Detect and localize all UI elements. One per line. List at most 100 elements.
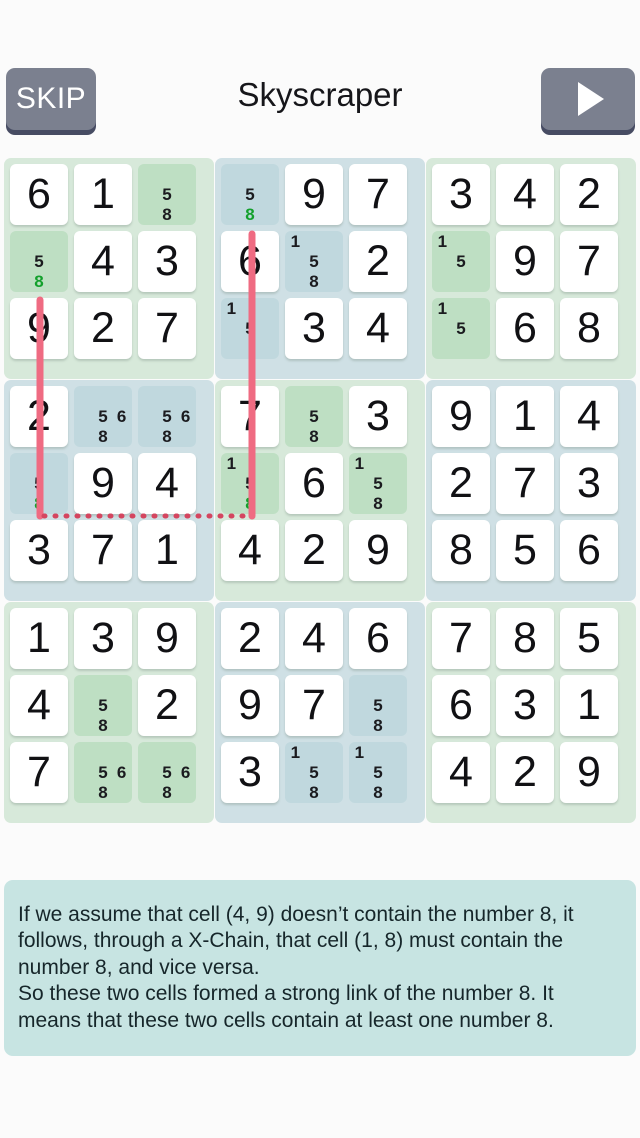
sudoku-cell-r2c5[interactable]: 158 [283, 229, 345, 294]
cell-value: 5 [513, 526, 537, 574]
sudoku-cell-r2c6[interactable]: 2 [347, 229, 409, 294]
sudoku-cell-r6c7[interactable]: 8 [430, 518, 492, 583]
sudoku-cell-r7c5[interactable]: 4 [283, 606, 345, 671]
sudoku-cell-r3c7[interactable]: 15 [430, 296, 492, 361]
sudoku-cell-r8c9[interactable]: 1 [558, 673, 620, 738]
sudoku-cell-r4c7[interactable]: 9 [430, 384, 492, 449]
sudoku-cell-r8c8[interactable]: 3 [494, 673, 556, 738]
sudoku-cell-r2c4[interactable]: 6 [219, 229, 281, 294]
sudoku-cell-r3c3[interactable]: 7 [136, 296, 198, 361]
next-button[interactable] [541, 68, 635, 130]
sudoku-cell-r7c1[interactable]: 1 [8, 606, 70, 671]
sudoku-cell-r5c3[interactable]: 4 [136, 451, 198, 516]
sudoku-cell-r8c6[interactable]: 58 [347, 673, 409, 738]
sudoku-cell-r1c5[interactable]: 9 [283, 162, 345, 227]
sudoku-cell-r8c4[interactable]: 9 [219, 673, 281, 738]
sudoku-cell-r5c1[interactable]: 58 [8, 451, 70, 516]
sudoku-cell-r8c5[interactable]: 7 [283, 673, 345, 738]
sudoku-cell-r4c6[interactable]: 3 [347, 384, 409, 449]
candidate-slot-2 [94, 387, 113, 407]
sudoku-cell-r6c9[interactable]: 6 [558, 518, 620, 583]
sudoku-cell-r2c1[interactable]: 58 [8, 229, 70, 294]
sudoku-cell-r1c6[interactable]: 7 [347, 162, 409, 227]
sudoku-cell-r6c8[interactable]: 5 [494, 518, 556, 583]
sudoku-cell-r6c2[interactable]: 7 [72, 518, 134, 583]
sudoku-cell-r5c4[interactable]: 158 [219, 451, 281, 516]
candidate-8: 8 [373, 715, 383, 735]
candidate-slot-6 [112, 696, 131, 716]
sudoku-cell-r5c7[interactable]: 2 [430, 451, 492, 516]
sudoku-cell-r3c1[interactable]: 9 [8, 296, 70, 361]
sudoku-cell-r1c9[interactable]: 2 [558, 162, 620, 227]
sudoku-cell-r3c4[interactable]: 15 [219, 296, 281, 361]
sudoku-cell-r1c3[interactable]: 58 [136, 162, 198, 227]
sudoku-cell-r5c6[interactable]: 158 [347, 451, 409, 516]
sudoku-cell-r4c8[interactable]: 1 [494, 384, 556, 449]
sudoku-cell-r7c8[interactable]: 8 [494, 606, 556, 671]
sudoku-cell-r9c2[interactable]: 568 [72, 740, 134, 805]
sudoku-cell-r6c1[interactable]: 3 [8, 518, 70, 583]
sudoku-cell-r3c6[interactable]: 4 [347, 296, 409, 361]
sudoku-cell-r8c2[interactable]: 58 [72, 673, 134, 738]
sudoku-cell-r2c2[interactable]: 4 [72, 229, 134, 294]
cell-value: 9 [238, 681, 262, 729]
sudoku-cell-r1c7[interactable]: 3 [430, 162, 492, 227]
sudoku-cell-r1c4[interactable]: 58 [219, 162, 281, 227]
candidate-slot-2 [158, 387, 177, 407]
candidate-grid: 58 [75, 676, 131, 735]
sudoku-cell-r5c8[interactable]: 7 [494, 451, 556, 516]
sudoku-cell-r8c7[interactable]: 6 [430, 673, 492, 738]
sudoku-cell-r3c8[interactable]: 6 [494, 296, 556, 361]
sudoku-cell-r5c2[interactable]: 9 [72, 451, 134, 516]
sudoku-cell-r2c9[interactable]: 7 [558, 229, 620, 294]
sudoku-cell-r7c4[interactable]: 2 [219, 606, 281, 671]
sudoku-cell-r6c4[interactable]: 4 [219, 518, 281, 583]
sudoku-cell-r4c4[interactable]: 7 [219, 384, 281, 449]
candidate-slot-1 [286, 387, 305, 407]
sudoku-cell-r4c1[interactable]: 2 [8, 384, 70, 449]
sudoku-cell-r9c1[interactable]: 7 [8, 740, 70, 805]
sudoku-cell-r1c1[interactable]: 6 [8, 162, 70, 227]
sudoku-cell-r7c2[interactable]: 3 [72, 606, 134, 671]
sudoku-cell-r6c6[interactable]: 9 [347, 518, 409, 583]
cell-value: 4 [91, 237, 115, 285]
sudoku-cell-r9c5[interactable]: 158 [283, 740, 345, 805]
sudoku-cell-r9c7[interactable]: 4 [430, 740, 492, 805]
sudoku-cell-r9c4[interactable]: 3 [219, 740, 281, 805]
candidate-slot-6 [48, 474, 67, 494]
candidate-1: 1 [354, 743, 365, 763]
sudoku-cell-r3c2[interactable]: 2 [72, 296, 134, 361]
play-triangle-icon [578, 82, 604, 116]
candidate-slot-3 [323, 232, 342, 252]
sudoku-cell-r4c2[interactable]: 568 [72, 384, 134, 449]
sudoku-cell-r6c3[interactable]: 1 [136, 518, 198, 583]
sudoku-cell-r2c8[interactable]: 9 [494, 229, 556, 294]
sudoku-cell-r4c9[interactable]: 4 [558, 384, 620, 449]
candidate-grid: 58 [139, 165, 195, 224]
sudoku-cell-r1c2[interactable]: 1 [72, 162, 134, 227]
cell-value: 2 [366, 237, 390, 285]
sudoku-cell-r2c3[interactable]: 3 [136, 229, 198, 294]
sudoku-cell-r7c6[interactable]: 6 [347, 606, 409, 671]
sudoku-cell-r4c3[interactable]: 568 [136, 384, 198, 449]
sudoku-cell-r9c8[interactable]: 2 [494, 740, 556, 805]
sudoku-cell-r5c5[interactable]: 6 [283, 451, 345, 516]
sudoku-cell-r3c5[interactable]: 3 [283, 296, 345, 361]
sudoku-cell-r6c5[interactable]: 2 [283, 518, 345, 583]
sudoku-cell-r3c9[interactable]: 8 [558, 296, 620, 361]
sudoku-cell-r1c8[interactable]: 4 [494, 162, 556, 227]
sudoku-cell-r4c5[interactable]: 58 [283, 384, 345, 449]
candidate-slot-6 [470, 252, 489, 272]
sudoku-cell-r9c3[interactable]: 568 [136, 740, 198, 805]
sudoku-cell-r5c9[interactable]: 3 [558, 451, 620, 516]
sudoku-cell-r8c1[interactable]: 4 [8, 673, 70, 738]
cell-value: 4 [27, 681, 51, 729]
sudoku-cell-r9c9[interactable]: 9 [558, 740, 620, 805]
sudoku-cell-r9c6[interactable]: 158 [347, 740, 409, 805]
candidate-slot-6 [259, 474, 278, 494]
sudoku-cell-r7c7[interactable]: 7 [430, 606, 492, 671]
sudoku-cell-r7c3[interactable]: 9 [136, 606, 198, 671]
sudoku-cell-r2c7[interactable]: 15 [430, 229, 492, 294]
sudoku-cell-r8c3[interactable]: 2 [136, 673, 198, 738]
sudoku-cell-r7c9[interactable]: 5 [558, 606, 620, 671]
